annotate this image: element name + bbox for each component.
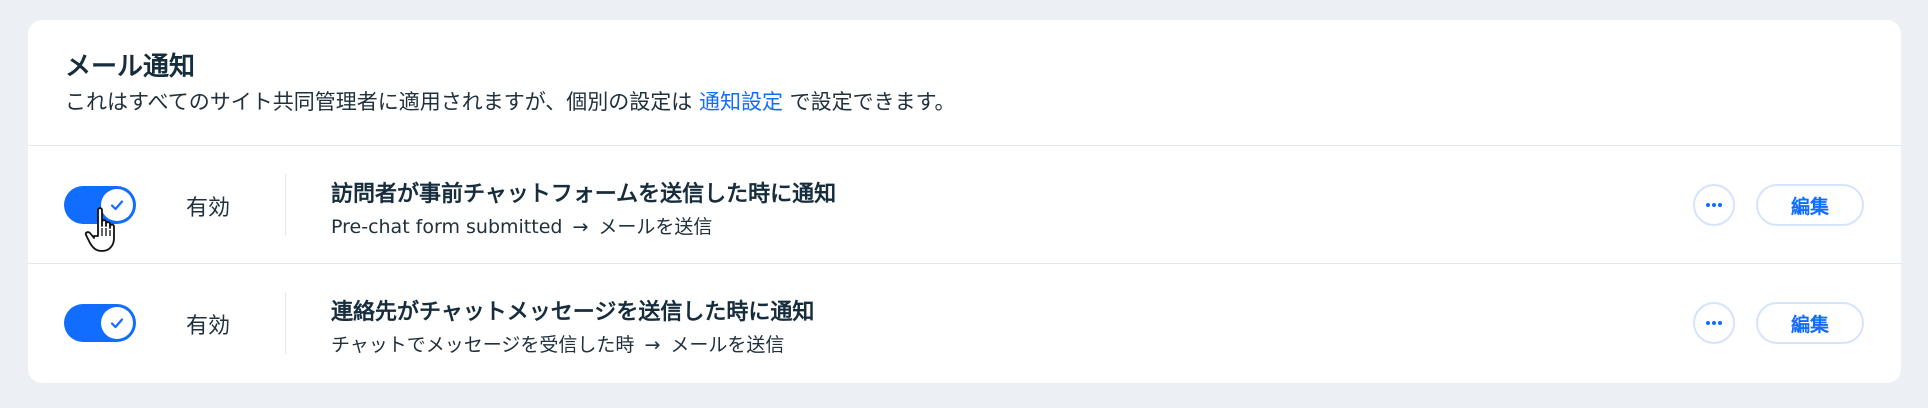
toggle-knob [101, 189, 133, 221]
check-icon [110, 200, 124, 211]
action-text: メールを送信 [670, 334, 785, 356]
arrow-icon: → [644, 334, 661, 356]
trigger-text: チャットでメッセージを受信した時 [331, 334, 635, 356]
notification-title: 連絡先がチャットメッセージを送信した時に通知 [331, 300, 815, 325]
check-icon [110, 318, 124, 329]
card-subtitle: これはすべてのサイト共同管理者に適用されますが、個別の設定は 通知設定 で設定で… [65, 86, 956, 116]
edit-button[interactable]: 編集 [1756, 184, 1864, 226]
subtitle-text: これはすべてのサイト共同管理者に適用されますが、個別の設定は [65, 90, 693, 114]
more-actions-button[interactable] [1693, 184, 1735, 226]
enable-toggle[interactable] [64, 304, 136, 342]
email-notifications-card: メール通知 これはすべてのサイト共同管理者に適用されますが、個別の設定は 通知設… [28, 20, 1901, 383]
status-label: 有効 [186, 314, 231, 339]
action-text: メールを送信 [598, 216, 713, 238]
divider [285, 174, 286, 236]
subtitle-text-end: で設定できます。 [789, 90, 956, 114]
notification-title: 訪問者が事前チャットフォームを送信した時に通知 [331, 182, 837, 207]
card-title: メール通知 [65, 52, 196, 82]
enable-toggle[interactable] [64, 186, 136, 224]
notification-description: Pre-chat form submitted → メールを送信 [331, 212, 712, 239]
more-icon [1706, 321, 1722, 325]
notification-description: チャットでメッセージを受信した時 → メールを送信 [331, 330, 784, 357]
toggle-knob [101, 307, 133, 339]
notification-settings-link[interactable]: 通知設定 [699, 90, 783, 114]
trigger-text: Pre-chat form submitted [331, 216, 563, 238]
more-actions-button[interactable] [1693, 302, 1735, 344]
more-icon [1706, 203, 1722, 207]
divider [285, 292, 286, 354]
notification-row: 有効 連絡先がチャットメッセージを送信した時に通知 チャットでメッセージを受信し… [28, 264, 1901, 382]
edit-button[interactable]: 編集 [1756, 302, 1864, 344]
arrow-icon: → [572, 216, 589, 238]
card-header: メール通知 これはすべてのサイト共同管理者に適用されますが、個別の設定は 通知設… [28, 20, 1901, 146]
status-label: 有効 [186, 196, 231, 221]
notification-row: 有効 訪問者が事前チャットフォームを送信した時に通知 Pre-chat form… [28, 146, 1901, 264]
